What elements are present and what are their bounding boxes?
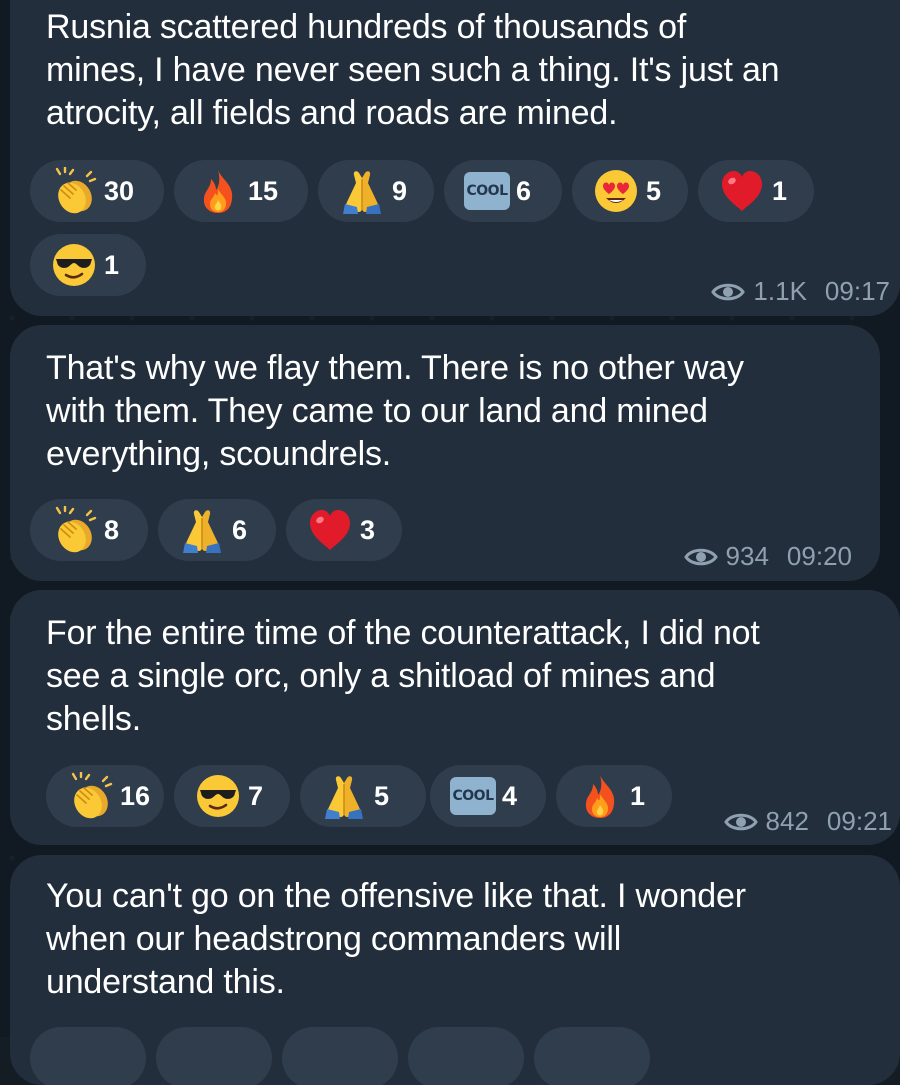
- red-heart-icon: [722, 171, 762, 211]
- reaction-pill[interactable]: [282, 1027, 398, 1085]
- message-meta: 1.1K 09:17: [711, 276, 890, 307]
- reaction-sunglasses-face[interactable]: 7: [174, 765, 290, 827]
- reaction-count: 6: [232, 514, 248, 545]
- clapping-hands-icon: [51, 167, 98, 215]
- reaction-count: 5: [646, 175, 662, 206]
- view-count: 934: [725, 541, 769, 571]
- sunglasses-face-icon: [195, 773, 241, 819]
- reaction-count: 1: [772, 175, 788, 206]
- reaction-fire[interactable]: 15: [174, 160, 308, 222]
- message-time: 09:20: [786, 541, 852, 571]
- message-text: For the entire time of the counterattack…: [46, 614, 760, 738]
- message-text: That's why we flay them. There is no oth…: [46, 349, 744, 473]
- reaction-count: 9: [392, 175, 408, 206]
- message-text: Rusnia scattered hundreds of thousands o…: [46, 8, 780, 132]
- fire-icon: [203, 170, 233, 213]
- view-count: 842: [765, 806, 809, 836]
- eye-icon: [684, 548, 718, 565]
- view-count: 1.1K: [753, 276, 807, 306]
- reaction-clapping-hands[interactable]: 30: [30, 160, 164, 222]
- message-bubble-3: For the entire time of the counterattack…: [10, 590, 900, 845]
- message-time: 09:21: [826, 806, 892, 836]
- reaction-count: 6: [516, 175, 532, 206]
- reaction-count: 30: [104, 175, 135, 206]
- reaction-red-heart[interactable]: 3: [286, 499, 402, 561]
- reaction-count: 7: [248, 780, 264, 811]
- reaction-folded-hands[interactable]: 5: [300, 765, 426, 827]
- cool-button-icon: COOL: [450, 777, 496, 815]
- heart-eyes-icon: [595, 170, 637, 212]
- eye-icon: [711, 283, 745, 300]
- reaction-fire[interactable]: 1: [556, 765, 672, 827]
- sunglasses-face-icon: [51, 242, 97, 288]
- reaction-cool[interactable]: COOL 4: [430, 765, 546, 827]
- reaction-count: 8: [104, 514, 120, 545]
- message-meta: 934 09:20: [684, 541, 852, 572]
- reaction-pill[interactable]: [30, 1027, 146, 1085]
- cool-button-icon: COOL: [464, 172, 510, 210]
- reaction-pill[interactable]: [156, 1027, 272, 1085]
- reaction-count: 3: [360, 514, 376, 545]
- folded-hands-icon: [342, 170, 382, 215]
- reaction-pill[interactable]: [534, 1027, 650, 1085]
- reaction-folded-hands[interactable]: 9: [318, 160, 434, 222]
- reaction-count: 15: [248, 175, 279, 206]
- eye-icon: [724, 813, 758, 830]
- clapping-hands-icon: [67, 772, 114, 820]
- reaction-sunglasses-face[interactable]: 1: [30, 234, 146, 296]
- reaction-count: 5: [374, 780, 390, 811]
- reaction-count: 1: [104, 249, 120, 280]
- message-bubble-1: Rusnia scattered hundreds of thousands o…: [10, 0, 900, 316]
- message-bubble-2: That's why we flay them. There is no oth…: [10, 325, 880, 581]
- message-meta: 842 09:21: [724, 806, 892, 837]
- clapping-hands-icon: [51, 506, 98, 554]
- reaction-count: 4: [502, 780, 518, 811]
- message-text: You can't go on the offensive like that.…: [46, 877, 746, 1001]
- fire-icon: [585, 775, 615, 818]
- reaction-cool[interactable]: COOL 6: [444, 160, 562, 222]
- red-heart-icon: [310, 510, 350, 550]
- reaction-folded-hands[interactable]: 6: [158, 499, 276, 561]
- reaction-red-heart[interactable]: 1: [698, 160, 814, 222]
- reaction-clapping-hands[interactable]: 8: [30, 499, 148, 561]
- message-bubble-4: You can't go on the offensive like that.…: [10, 855, 900, 1085]
- reaction-heart-eyes[interactable]: 5: [572, 160, 688, 222]
- reaction-clapping-hands[interactable]: 16: [46, 765, 164, 827]
- message-time: 09:17: [824, 276, 890, 306]
- folded-hands-icon: [324, 775, 364, 820]
- reaction-count: 1: [630, 780, 646, 811]
- folded-hands-icon: [182, 509, 222, 554]
- reaction-pill[interactable]: [408, 1027, 524, 1085]
- reaction-count: 16: [120, 780, 151, 811]
